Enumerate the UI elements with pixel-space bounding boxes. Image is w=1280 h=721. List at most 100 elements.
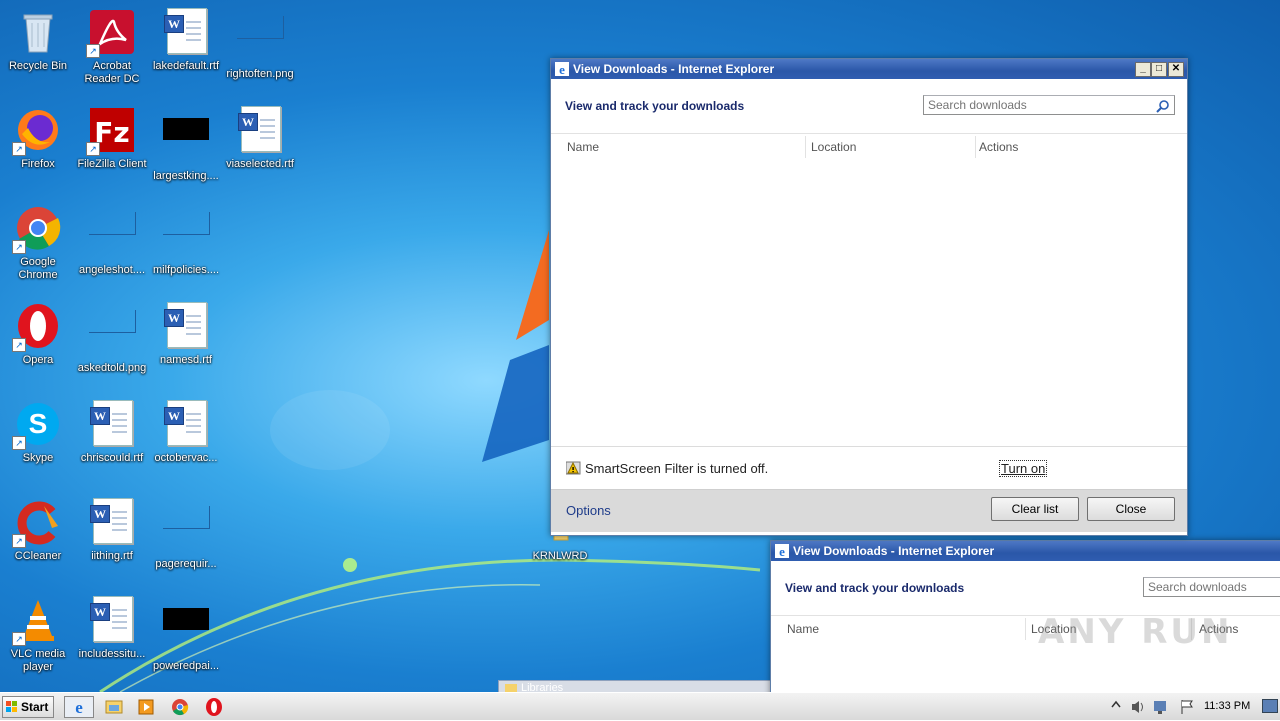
icon-label: milfpolicies....	[152, 264, 220, 276]
desktop-icon-acrobat[interactable]: ↗ Acrobat Reader DC	[74, 2, 150, 98]
column-location[interactable]: Location	[801, 134, 856, 160]
black-file-icon	[162, 118, 210, 166]
downloads-list[interactable]	[551, 161, 1187, 446]
shortcut-arrow-icon: ↗	[12, 534, 26, 548]
desktop-icon-file[interactable]: angeleshot....	[74, 198, 150, 294]
windows-logo-icon	[6, 701, 17, 712]
desktop-icon-file[interactable]: rightoften.png	[222, 2, 298, 98]
desktop-icon-file[interactable]: askedtold.png	[74, 296, 150, 392]
column-name[interactable]: Name	[557, 134, 599, 160]
chrome-taskbar-button[interactable]	[168, 696, 192, 718]
clock[interactable]: 11:33 PM	[1204, 700, 1250, 712]
start-label: Start	[21, 700, 49, 714]
column-actions[interactable]: Actions	[969, 134, 1018, 160]
downloads-header: View and track your downloads	[771, 561, 1280, 616]
desktop-icon-recycle-bin[interactable]: Recycle Bin	[0, 2, 76, 98]
media-player-taskbar-button[interactable]	[134, 696, 158, 718]
filezilla-icon: Fz ↗	[86, 106, 136, 156]
start-button[interactable]: Start	[2, 696, 54, 718]
icon-label: askedtold.png	[77, 362, 147, 374]
desktop-icon-file[interactable]: W viaselected.rtf	[222, 100, 298, 196]
png-file-icon	[162, 212, 210, 260]
desktop-icon-opera[interactable]: ↗ Opera	[0, 296, 76, 392]
downloads-footer: Options Clear list Close	[551, 489, 1187, 532]
smartscreen-bar: SmartScreen Filter is turned off. Turn o…	[551, 446, 1187, 489]
icon-label: viaselected.rtf	[226, 158, 294, 170]
system-tray	[1111, 700, 1193, 714]
svg-text:e: e	[75, 698, 83, 717]
libraries-window[interactable]: Libraries	[498, 680, 772, 692]
desktop-icon-vlc[interactable]: ↗ VLC media player	[0, 590, 76, 686]
desktop-icon-file[interactable]: W namesd.rtf	[148, 296, 224, 392]
svg-text:S: S	[29, 408, 48, 439]
desktop-icon-file[interactable]: W lakedefault.rtf	[148, 2, 224, 98]
png-file-icon	[236, 16, 284, 64]
maximize-button[interactable]: □	[1151, 62, 1167, 77]
icon-label: largestking....	[153, 170, 219, 182]
chrome-icon: ↗	[12, 204, 62, 254]
desktop-icon-filezilla[interactable]: Fz ↗ FileZilla Client	[74, 100, 150, 196]
desktop-icon-file[interactable]: poweredpai...	[148, 590, 224, 686]
shortcut-arrow-icon: ↗	[12, 240, 26, 254]
clear-list-button[interactable]: Clear list	[991, 497, 1079, 521]
icon-label: namesd.rtf	[160, 354, 212, 366]
desktop: Recycle Bin ↗ Firefox ↗ Google Chrome ↗ …	[0, 0, 1280, 692]
internet-explorer-taskbar-button[interactable]: e	[64, 696, 94, 718]
title-bar[interactable]: e View Downloads - Internet Explorer	[771, 541, 1280, 561]
desktop-icon-skype[interactable]: S ↗ Skype	[0, 394, 76, 490]
desktop-icon-file[interactable]: pagerequir...	[148, 492, 224, 588]
opera-icon	[206, 698, 222, 716]
title-bar[interactable]: e View Downloads - Internet Explorer _ □…	[551, 59, 1187, 79]
icon-label: iithing.rtf	[91, 550, 133, 562]
icon-label: CCleaner	[14, 550, 62, 562]
minimize-button[interactable]: _	[1135, 62, 1151, 77]
internet-explorer-icon: e	[75, 698, 83, 717]
opera-taskbar-button[interactable]	[202, 696, 226, 718]
icon-label: lakedefault.rtf	[152, 60, 220, 72]
search-box[interactable]	[923, 95, 1175, 115]
warning-shield-icon	[566, 461, 581, 475]
word-document-icon: W	[236, 106, 284, 154]
icon-label: rightoften.png	[226, 68, 294, 80]
desktop-icon-file[interactable]: W octobervac...	[148, 394, 224, 490]
desktop-icon-file[interactable]: W iithing.rtf	[74, 492, 150, 588]
downloads-window[interactable]: e View Downloads - Internet Explorer _ □…	[550, 58, 1188, 536]
search-icon[interactable]	[1156, 99, 1170, 113]
desktop-icon-file[interactable]: milfpolicies....	[148, 198, 224, 294]
search-box[interactable]	[1143, 577, 1280, 597]
word-document-icon: W	[162, 302, 210, 350]
show-hidden-icons-icon	[1111, 700, 1121, 708]
icon-label: VLC media player	[10, 648, 66, 673]
icon-label: Recycle Bin	[8, 60, 68, 72]
icon-label: poweredpai...	[152, 660, 220, 672]
svg-text:e: e	[779, 544, 785, 558]
shortcut-arrow-icon: ↗	[86, 142, 100, 156]
vlc-icon: ↗	[12, 596, 62, 646]
shortcut-arrow-icon: ↗	[12, 338, 26, 352]
column-name[interactable]: Name	[777, 616, 819, 642]
close-window-button[interactable]: ✕	[1168, 62, 1184, 77]
ccleaner-icon: ↗	[12, 498, 62, 548]
desktop-icon-file[interactable]: largestking....	[148, 100, 224, 196]
desktop-icon-firefox[interactable]: ↗ Firefox	[0, 100, 76, 196]
icon-label: includessitu...	[78, 648, 146, 660]
desktop-icon-ccleaner[interactable]: ↗ CCleaner	[0, 492, 76, 588]
downloads-heading: View and track your downloads	[785, 581, 965, 595]
png-file-icon	[162, 506, 210, 554]
show-desktop-button[interactable]	[1262, 699, 1278, 713]
internet-explorer-icon: e	[555, 62, 569, 76]
search-input[interactable]	[1144, 578, 1280, 596]
word-document-icon: W	[88, 596, 136, 644]
action-center-flag-icon	[1181, 700, 1193, 714]
close-button[interactable]: Close	[1087, 497, 1175, 521]
downloads-header: View and track your downloads	[551, 79, 1187, 134]
options-link[interactable]: Options	[566, 503, 611, 518]
desktop-icon-file[interactable]: W chriscould.rtf	[74, 394, 150, 490]
icon-label: angeleshot....	[78, 264, 146, 276]
media-player-icon	[138, 699, 154, 715]
desktop-icon-google-chrome[interactable]: ↗ Google Chrome	[0, 198, 76, 294]
search-input[interactable]	[924, 96, 1174, 114]
desktop-icon-file[interactable]: W includessitu...	[74, 590, 150, 686]
turn-on-link[interactable]: Turn on	[999, 460, 1048, 477]
windows-explorer-taskbar-button[interactable]	[102, 696, 126, 718]
